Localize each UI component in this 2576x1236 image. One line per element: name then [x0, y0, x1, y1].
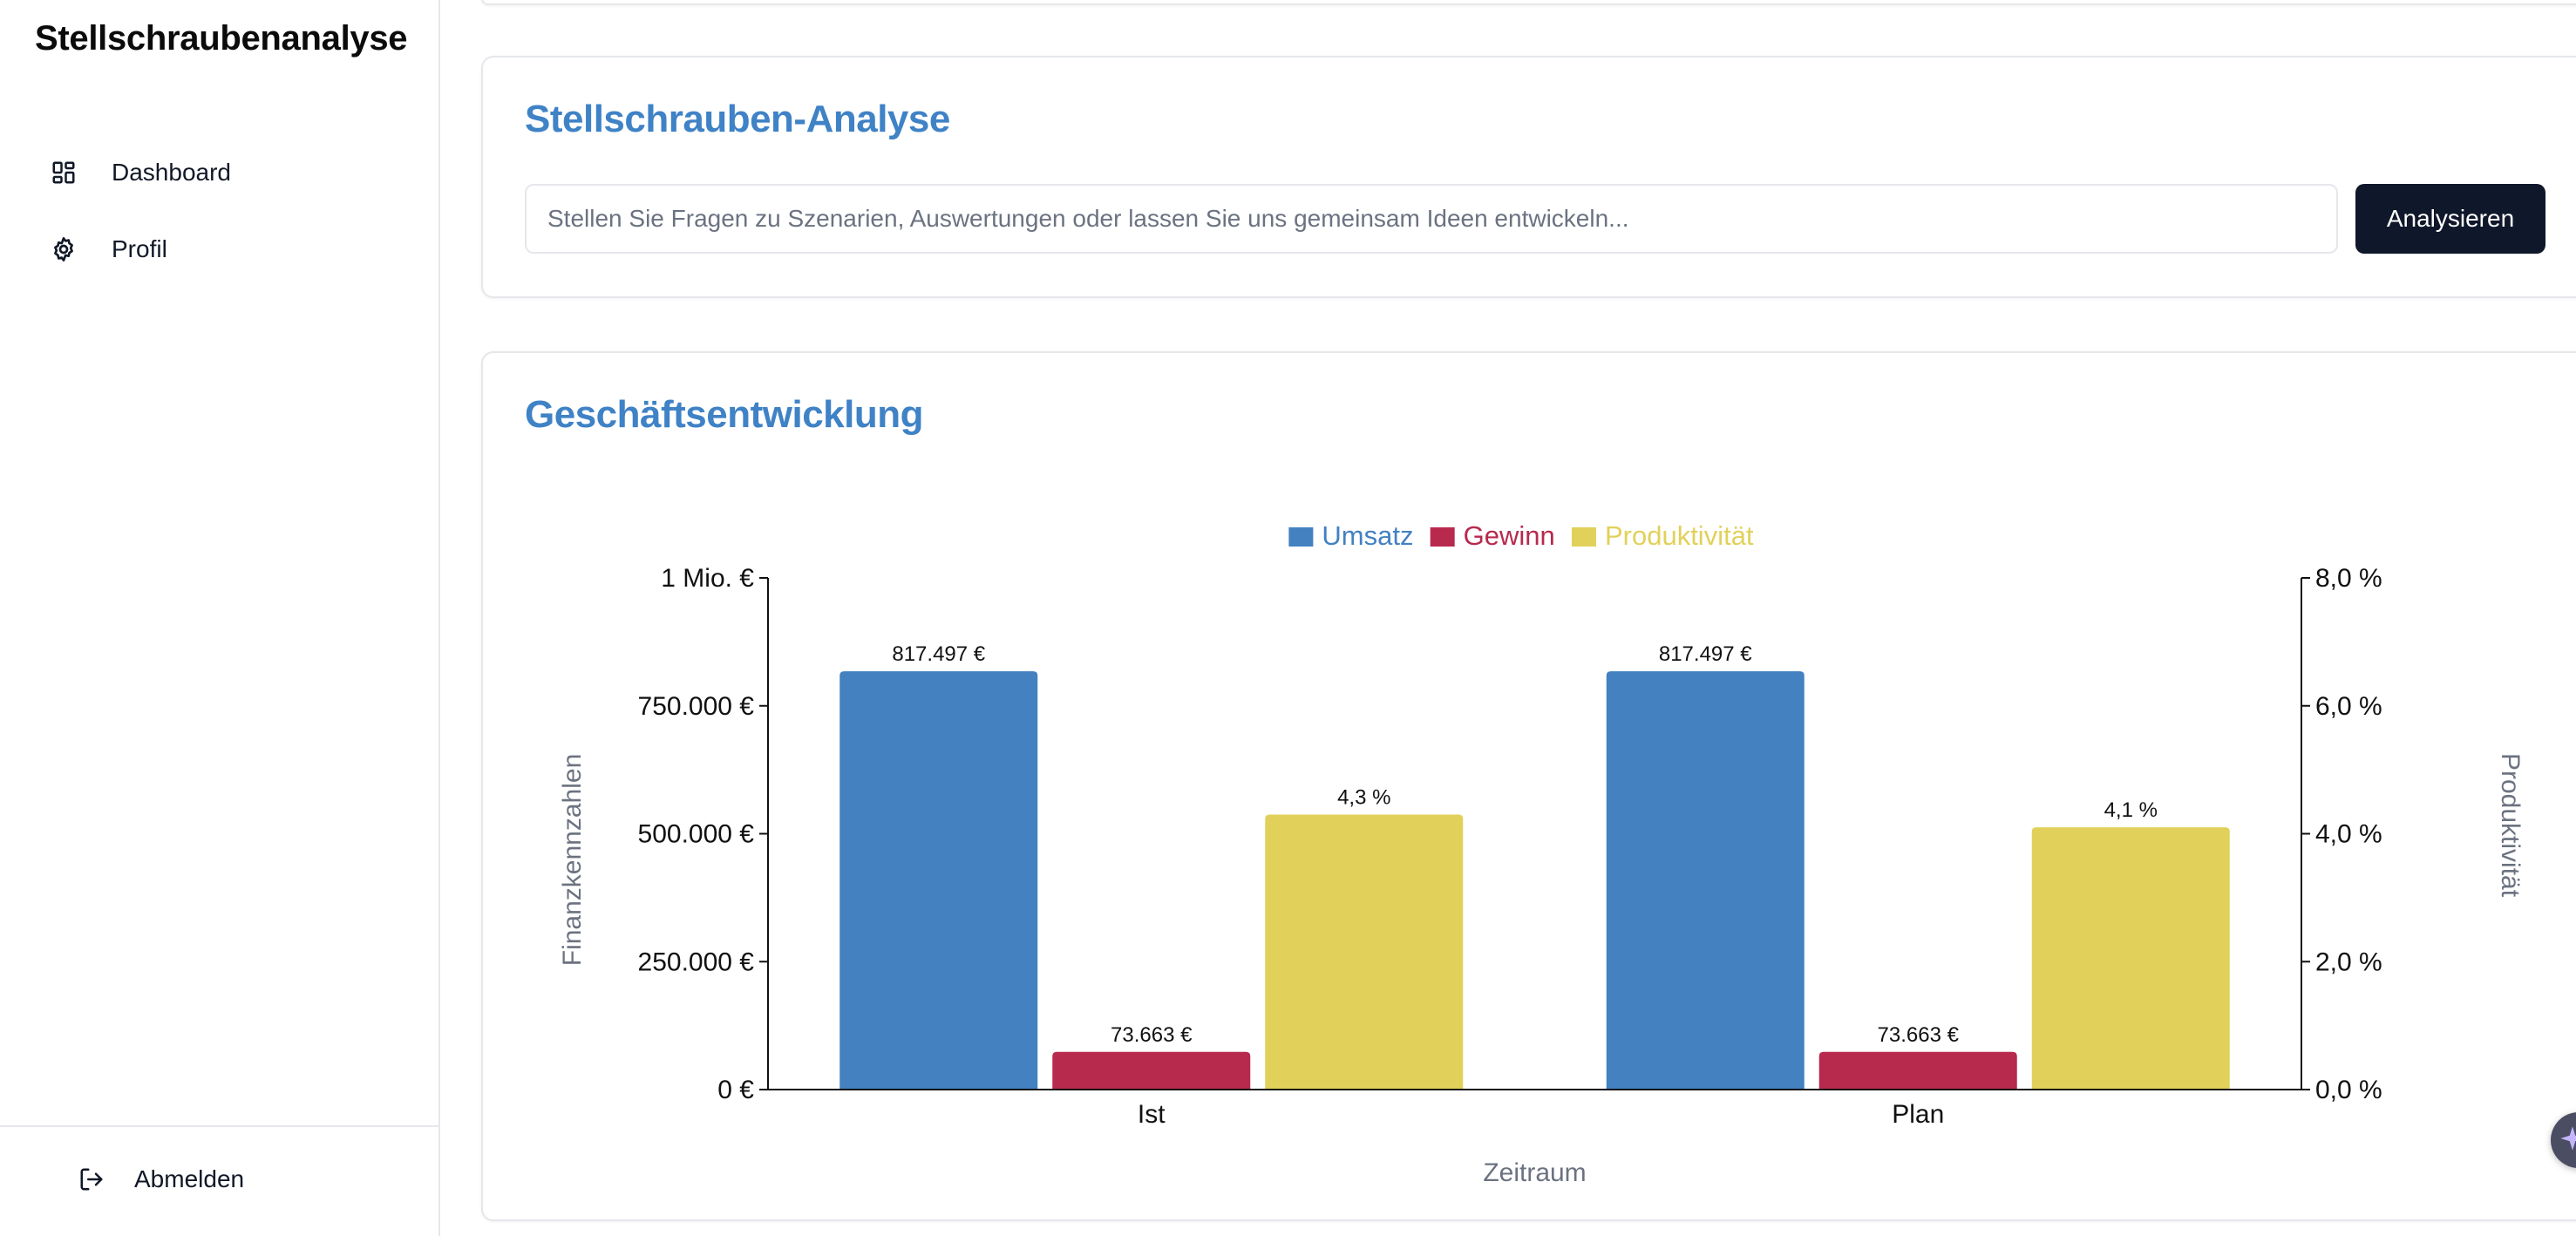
y2-tick-label: 8,0 %	[2315, 564, 2382, 593]
analyze-button[interactable]: Analysieren	[2355, 184, 2545, 254]
x-tick-label: Ist	[1138, 1100, 1166, 1129]
sparkle-icon	[2559, 1125, 2576, 1156]
sidebar-footer: Abmelden	[0, 1125, 438, 1236]
analysis-title: Stellschrauben-Analyse	[525, 98, 950, 140]
y-tick-label: 250.000 €	[638, 947, 755, 976]
logout-button[interactable]: Abmelden	[77, 1153, 244, 1205]
x-tick-label: Plan	[1892, 1100, 1944, 1129]
data-label: 4,1 %	[2104, 798, 2158, 822]
y2-tick-label: 4,0 %	[2315, 820, 2382, 849]
y2-tick-label: 6,0 %	[2315, 692, 2382, 721]
y-tick-label: 500.000 €	[638, 820, 755, 849]
bar-umsatz	[839, 671, 1038, 1090]
sidebar-item-label: Dashboard	[112, 159, 231, 186]
legend-swatch-gewinn	[1430, 527, 1455, 547]
legend-swatch-umsatz	[1288, 527, 1314, 547]
legend-label: Umsatz	[1322, 520, 1413, 551]
bar-umsatz	[1606, 671, 1805, 1090]
y-tick-label: 0 €	[717, 1076, 754, 1104]
analysis-query-input[interactable]	[525, 184, 2338, 254]
sidebar: Stellschraubenanalyse Dashboard Profil A…	[0, 0, 440, 1236]
app-title: Stellschraubenanalyse	[35, 19, 408, 58]
y2-axis-title: Produktivität	[2496, 753, 2525, 898]
data-label: 73.663 €	[1111, 1023, 1193, 1047]
bar-gewinn	[1818, 1051, 2017, 1090]
data-label: 817.497 €	[892, 642, 985, 666]
gear-icon	[49, 234, 78, 264]
y-tick-label: 750.000 €	[638, 692, 755, 721]
business-card: Geschäftsentwicklung 0 €250.000 €500.000…	[481, 351, 2576, 1221]
sidebar-item-label: Profil	[112, 235, 167, 262]
data-label: 4,3 %	[1337, 785, 1390, 809]
bar-produktivität	[1265, 814, 1464, 1090]
dashboard-grid-icon	[49, 158, 78, 187]
legend-label: Gewinn	[1464, 520, 1555, 551]
logout-label: Abmelden	[134, 1165, 245, 1192]
bar-produktivität	[2031, 827, 2230, 1090]
analysis-card: Stellschrauben-Analyse Analysieren	[481, 56, 2576, 298]
data-label: 73.663 €	[1878, 1023, 1960, 1047]
y-axis-title: Finanzkennzahlen	[558, 754, 587, 967]
legend-swatch-produktivität	[1571, 527, 1596, 547]
sidebar-item-dashboard[interactable]: Dashboard	[49, 146, 231, 199]
sidebar-item-profil[interactable]: Profil	[49, 223, 167, 275]
y2-tick-label: 2,0 %	[2315, 947, 2382, 976]
bar-gewinn	[1052, 1051, 1251, 1090]
previous-card-edge	[481, 0, 2576, 5]
logout-icon	[77, 1165, 106, 1194]
x-axis-title: Zeitraum	[1483, 1158, 1586, 1187]
y2-tick-label: 0,0 %	[2315, 1076, 2382, 1104]
data-label: 817.497 €	[1659, 642, 1752, 666]
business-chart: 0 € 250.000 € 500.000 € 750.000 € 1 Mio. € 0,…	[558, 520, 2525, 1187]
legend-label: Produktivität	[1605, 520, 1754, 551]
y-tick-label: 1 Mio. €	[661, 564, 754, 593]
